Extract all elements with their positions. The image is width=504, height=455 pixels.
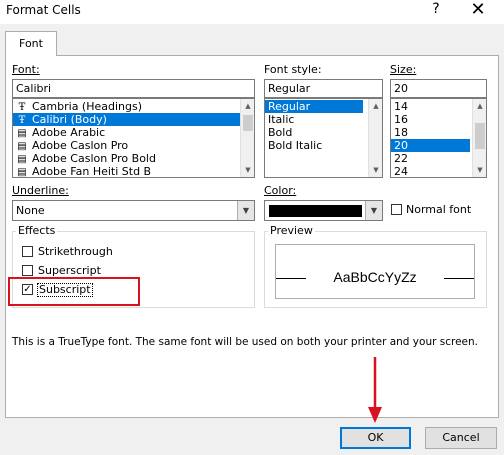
list-item-label: Adobe Caslon Pro Bold (32, 152, 156, 165)
list-item-label: 14 (394, 100, 408, 113)
font-list[interactable]: Ŧ Cambria (Headings) Ŧ Calibri (Body) ▤ Adobe… (12, 98, 255, 178)
superscript-label: Superscript (38, 264, 101, 277)
list-item-label: 24 (394, 165, 408, 178)
color-dropdown[interactable]: ▼ (264, 200, 383, 221)
list-item-label: Bold Italic (268, 139, 323, 152)
font-info-text: This is a TrueType font. The same font w… (12, 336, 478, 348)
list-item-label: Cambria (Headings) (32, 100, 143, 113)
list-item[interactable]: 22 (391, 152, 470, 165)
help-button[interactable]: ? (429, 1, 443, 17)
list-item-label: Adobe Caslon Pro (32, 139, 129, 152)
scroll-down-arrow-icon[interactable]: ▼ (473, 163, 486, 177)
list-item[interactable]: ▤ Adobe Fan Heiti Std B (13, 165, 254, 178)
opentype-font-icon: ▤ (17, 167, 27, 178)
superscript-checkbox[interactable] (22, 265, 33, 276)
annotation-arrow-icon (368, 357, 382, 423)
cancel-button[interactable]: Cancel (425, 427, 497, 449)
annotation-arrow-head (368, 407, 382, 423)
list-item[interactable]: 20 (391, 139, 470, 152)
color-label: Color: (264, 184, 296, 197)
scroll-up-arrow-icon[interactable]: ▲ (369, 99, 382, 113)
list-item-label: Adobe Fan Heiti Std B (32, 165, 152, 178)
normal-font-label: Normal font (406, 203, 472, 216)
list-item[interactable]: 24 (391, 165, 470, 178)
scroll-thumb[interactable] (475, 123, 485, 149)
tab-strip (0, 24, 504, 56)
list-item[interactable]: Bold Italic (265, 139, 363, 152)
underline-label-text: Underline: (12, 184, 69, 197)
close-button[interactable]: ✕ (468, 0, 488, 20)
font-list-items: Ŧ Cambria (Headings) Ŧ Calibri (Body) ▤ Adobe… (13, 99, 254, 178)
preview-label: Preview (268, 224, 315, 237)
list-item[interactable]: Ŧ Calibri (Body) (13, 113, 254, 126)
font-list-scrollbar[interactable]: ▲ ▼ (240, 99, 254, 177)
list-item-label: Bold (268, 126, 293, 139)
font-label-text: Font: (12, 63, 40, 76)
underline-value: None (16, 204, 45, 217)
list-item[interactable]: Bold (265, 126, 363, 139)
font-input[interactable]: Calibri (12, 79, 255, 98)
normal-font-checkbox[interactable] (391, 204, 402, 215)
list-item-label: 20 (394, 139, 408, 152)
list-item[interactable]: 14 (391, 100, 470, 113)
list-item-label: 18 (394, 126, 408, 139)
list-item[interactable]: 18 (391, 126, 470, 139)
list-item-label: Italic (268, 113, 295, 126)
font-style-label-text: Font style: (264, 63, 322, 76)
size-list[interactable]: 14 16 18 20 22 24 ▲ ▼ (390, 98, 487, 178)
list-item[interactable]: Italic (265, 113, 363, 126)
scroll-up-arrow-icon[interactable]: ▲ (473, 99, 486, 113)
list-item[interactable]: ▤ Adobe Arabic (13, 126, 254, 139)
size-list-items: 14 16 18 20 22 24 (391, 99, 470, 178)
size-list-scrollbar[interactable]: ▲ ▼ (472, 99, 486, 177)
list-item[interactable]: 16 (391, 113, 470, 126)
size-input[interactable]: 20 (390, 79, 487, 98)
list-item-label: Calibri (Body) (32, 113, 107, 126)
highlight-box (8, 277, 140, 306)
scroll-up-arrow-icon[interactable]: ▲ (241, 99, 254, 113)
font-style-input[interactable]: Regular (264, 79, 383, 98)
font-style-list-scrollbar[interactable]: ▲ ▼ (368, 99, 382, 177)
ok-button[interactable]: OK (340, 427, 411, 449)
strikethrough-label: Strikethrough (38, 245, 113, 258)
list-item[interactable]: ▤ Adobe Caslon Pro (13, 139, 254, 152)
chevron-down-icon[interactable]: ▼ (365, 201, 382, 220)
size-label: Size: (390, 63, 416, 76)
font-style-list-items: Regular Italic Bold Bold Italic (265, 99, 363, 152)
font-label: Font: (12, 63, 40, 76)
font-style-label: Font style: (264, 63, 322, 76)
color-label-text: Color: (264, 184, 297, 197)
tab-font[interactable]: Font (5, 31, 57, 56)
list-item-label: 22 (394, 152, 408, 165)
list-item-label: 16 (394, 113, 408, 126)
preview-sample: AaBbCcYyZz (333, 269, 417, 285)
dialog-title: Format Cells (6, 3, 81, 17)
color-swatch (269, 205, 362, 217)
list-item[interactable]: Ŧ Cambria (Headings) (13, 100, 254, 113)
scroll-thumb[interactable] (243, 115, 253, 131)
size-label-text: Size: (390, 63, 417, 76)
scroll-down-arrow-icon[interactable]: ▼ (369, 163, 382, 177)
list-item[interactable]: ▤ Adobe Caslon Pro Bold (13, 152, 254, 165)
underline-label: Underline: (12, 184, 69, 197)
font-style-list[interactable]: Regular Italic Bold Bold Italic ▲ ▼ (264, 98, 383, 178)
list-item-label: Adobe Arabic (32, 126, 106, 139)
scroll-down-arrow-icon[interactable]: ▼ (241, 163, 254, 177)
chevron-down-icon[interactable]: ▼ (237, 201, 254, 220)
list-item[interactable]: Regular (265, 100, 363, 113)
list-item-label: Regular (268, 100, 311, 113)
effects-label: Effects (16, 224, 58, 237)
preview-box: AaBbCcYyZz (275, 244, 475, 299)
underline-dropdown[interactable]: None ▼ (12, 200, 255, 221)
strikethrough-checkbox[interactable] (22, 246, 33, 257)
